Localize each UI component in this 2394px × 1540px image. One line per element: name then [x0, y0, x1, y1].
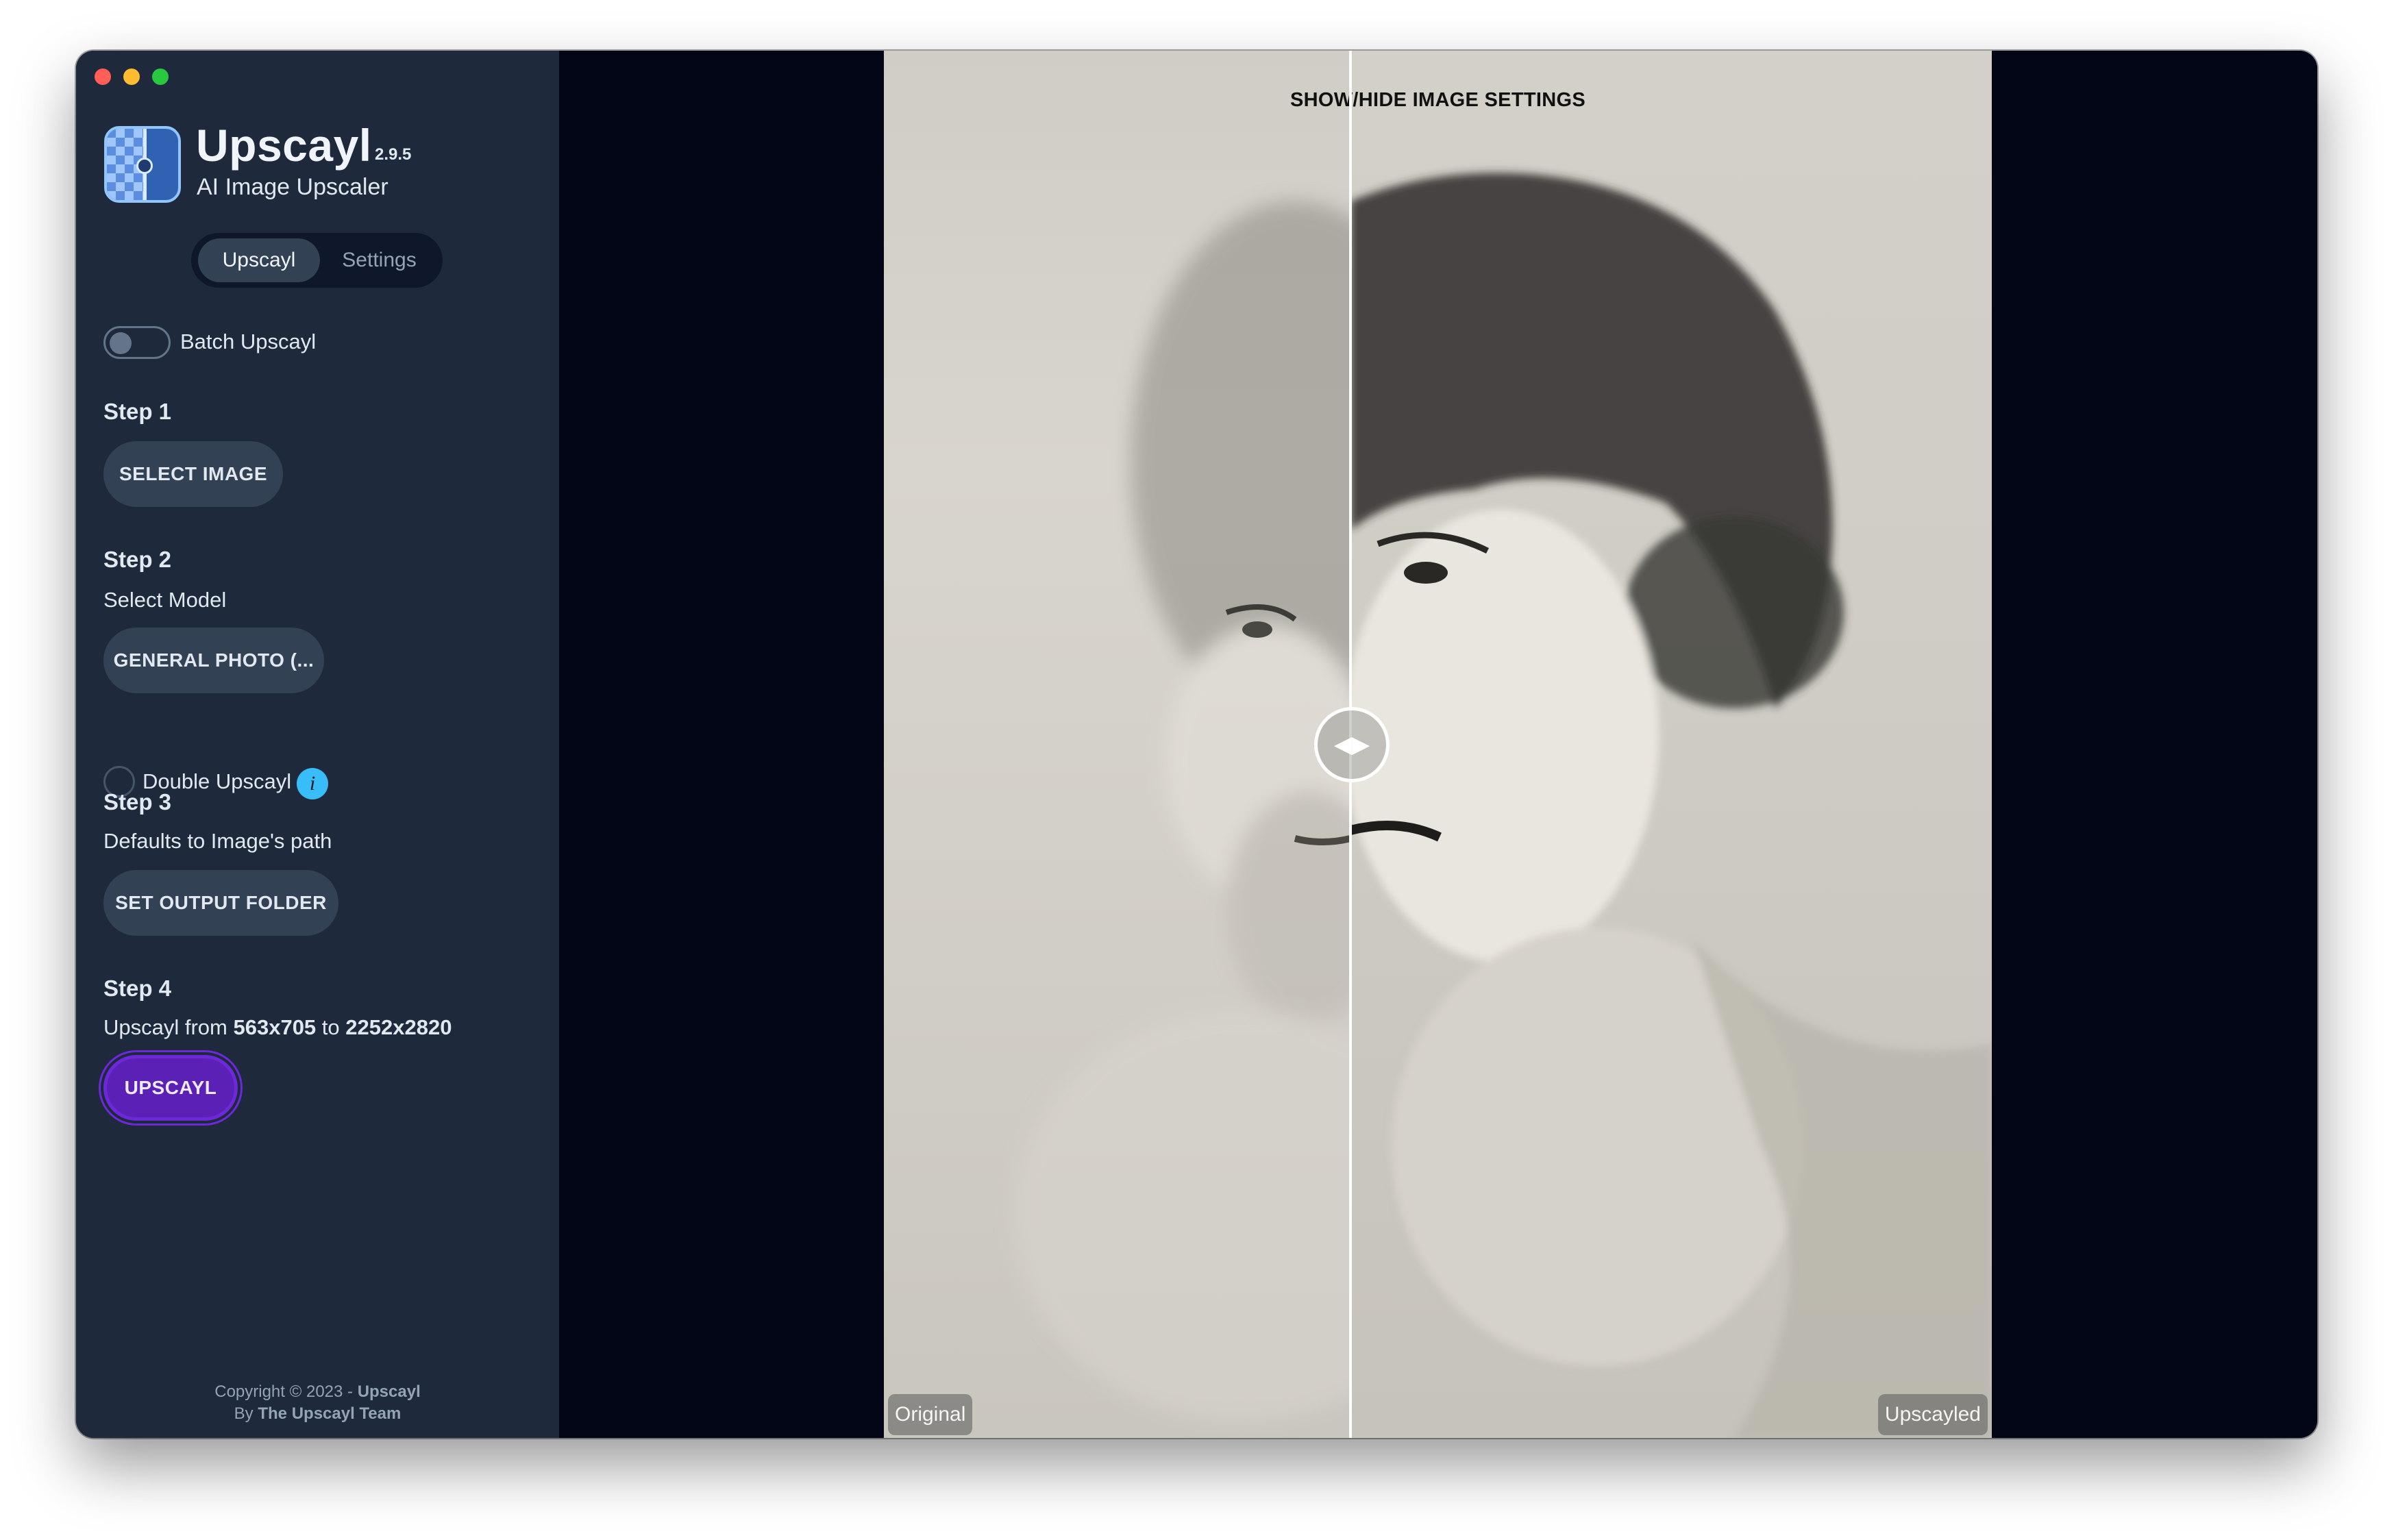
footer-brand-link[interactable]: Upscayl: [358, 1382, 421, 1401]
source-size: 563x705: [233, 1015, 317, 1039]
copyright-text: Copyright © 2023 -: [214, 1382, 358, 1401]
original-portrait-graphic: [1014, 201, 1350, 1421]
tab-upscayl[interactable]: Upscayl: [198, 238, 320, 282]
select-image-button[interactable]: SELECT IMAGE: [103, 441, 283, 507]
app-name: Upscayl: [196, 120, 372, 171]
image-compare-viewer[interactable]: SHOW/HIDE IMAGE SETTINGS ◀▶ Original Ups…: [884, 51, 1992, 1438]
select-model-label: Select Model: [103, 588, 227, 612]
compare-arrows-icon[interactable]: ◀▶: [1314, 707, 1390, 782]
upscayl-button[interactable]: UPSCAYL: [103, 1055, 238, 1121]
info-icon[interactable]: i: [297, 768, 328, 799]
output-path-label: Defaults to Image's path: [103, 829, 332, 853]
close-dot-icon[interactable]: [95, 69, 111, 85]
show-hide-settings-button[interactable]: SHOW/HIDE IMAGE SETTINGS: [884, 89, 1992, 112]
summary-mid: to: [316, 1015, 346, 1039]
tab-bar: Upscayl Settings: [191, 233, 443, 288]
sidebar: Upscayl 2.9.5 AI Image Upscaler Upscayl …: [76, 51, 559, 1438]
step3-title: Step 3: [103, 789, 172, 815]
app-subtitle: AI Image Upscaler: [197, 174, 388, 200]
footer: Copyright © 2023 - Upscayl By The Upscay…: [76, 1381, 559, 1425]
set-output-folder-button[interactable]: SET OUTPUT FOLDER: [103, 870, 338, 936]
main-panel: SHOW/HIDE IMAGE SETTINGS ◀▶ Original Ups…: [559, 51, 2317, 1438]
summary-prefix: Upscayl from: [103, 1015, 234, 1039]
upscayled-image: [1350, 51, 1992, 1438]
maximize-dot-icon[interactable]: [152, 69, 169, 85]
step1-title: Step 1: [103, 399, 172, 424]
upscayled-label: Upscayled: [1877, 1394, 1988, 1435]
upscayl-logo-icon: [104, 126, 181, 203]
model-select-button[interactable]: GENERAL PHOTO (...: [103, 628, 324, 693]
app-window: Upscayl 2.9.5 AI Image Upscaler Upscayl …: [76, 51, 2317, 1438]
original-image: [884, 51, 1350, 1438]
upscale-size-summary: Upscayl from 563x705 to 2252x2820: [103, 1015, 452, 1040]
tab-settings[interactable]: Settings: [323, 238, 436, 282]
byline-text: By: [234, 1404, 258, 1423]
app-version: 2.9.5: [375, 145, 412, 164]
step4-title: Step 4: [103, 976, 172, 1001]
target-size: 2252x2820: [345, 1015, 452, 1039]
window-controls: [95, 69, 169, 85]
batch-upscayl-toggle[interactable]: [103, 326, 171, 359]
step2-title: Step 2: [103, 547, 172, 572]
upscayled-portrait-graphic: [1350, 173, 1992, 1438]
footer-team-link[interactable]: The Upscayl Team: [258, 1404, 401, 1423]
original-label: Original: [888, 1394, 973, 1435]
minimize-dot-icon[interactable]: [123, 69, 140, 85]
batch-upscayl-label: Batch Upscayl: [180, 330, 317, 353]
